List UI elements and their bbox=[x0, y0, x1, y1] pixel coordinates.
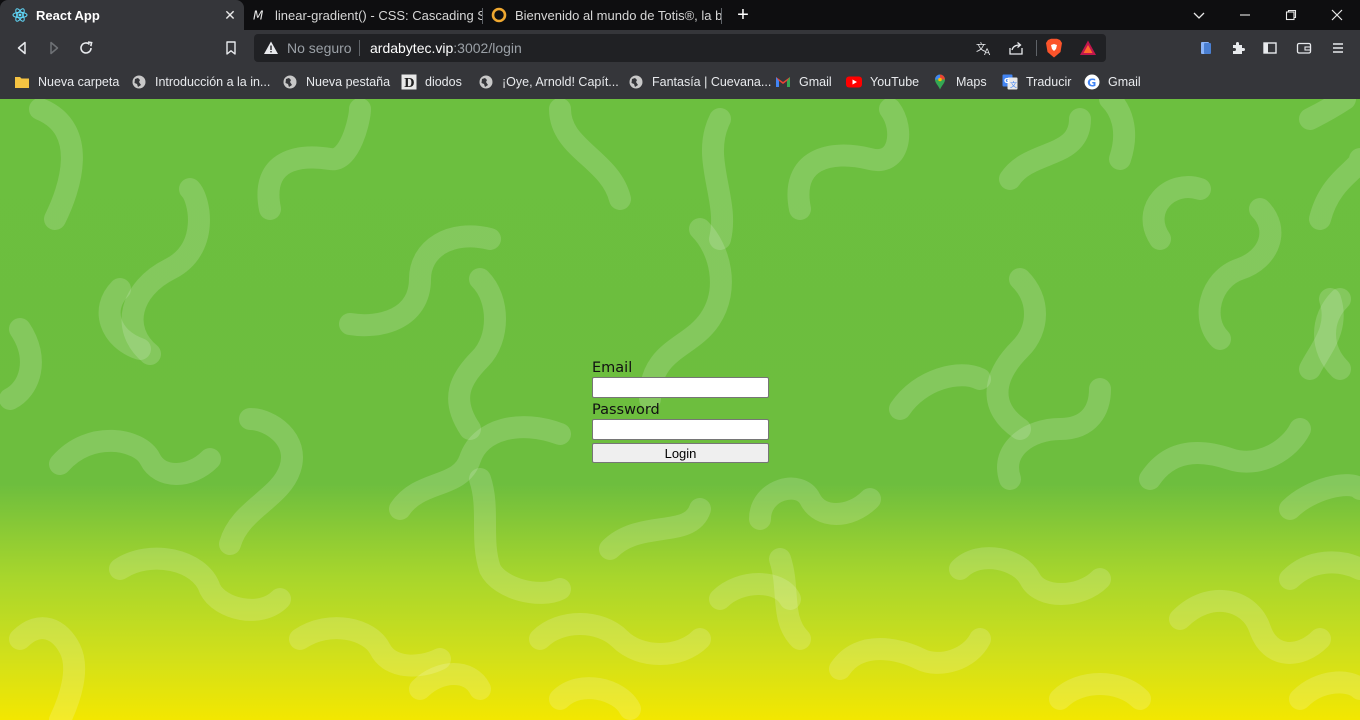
address-bar[interactable]: No seguro ardabytec.vip:3002/login 文A bbox=[254, 34, 1106, 62]
url-host: ardabytec.vip bbox=[370, 40, 454, 56]
warning-icon[interactable] bbox=[263, 40, 279, 61]
bookmark-label: YouTube bbox=[870, 75, 920, 89]
puzzle-icon bbox=[1233, 42, 1245, 54]
wallet-icon bbox=[1296, 42, 1312, 54]
bookmark-label: Maps bbox=[956, 75, 987, 89]
svg-text:D: D bbox=[404, 76, 414, 90]
bookmark-button[interactable] bbox=[219, 36, 243, 60]
bookmark-label: ¡Oye, Arnold! Capít... bbox=[502, 75, 619, 89]
restore-button[interactable] bbox=[1268, 0, 1314, 30]
forward-button[interactable] bbox=[42, 36, 66, 60]
bookmark-oye-arnold[interactable]: ¡Oye, Arnold! Capít... bbox=[478, 71, 619, 93]
bookmark-nueva-pestana[interactable]: Nueva pestaña bbox=[282, 71, 390, 93]
tab-totis[interactable]: Bienvenido al mundo de Totis®, la bot bbox=[483, 0, 721, 30]
mdn-icon: M bbox=[253, 7, 269, 23]
password-field[interactable] bbox=[592, 419, 769, 440]
bookmark-label: Gmail bbox=[1108, 75, 1141, 89]
globe-icon bbox=[282, 74, 298, 90]
bookmarks-bar: Nueva carpeta Introducción a la in... Nu… bbox=[0, 66, 1360, 99]
tab-separator bbox=[721, 8, 722, 24]
bookmark-nueva-carpeta[interactable]: Nueva carpeta bbox=[14, 71, 119, 93]
svg-text:A: A bbox=[984, 48, 991, 56]
tab-mdn[interactable]: M linear-gradient() - CSS: Cascading Sty… bbox=[244, 0, 482, 30]
omnibox-separator bbox=[1036, 40, 1037, 56]
url-text[interactable]: ardabytec.vip:3002/login bbox=[370, 40, 522, 56]
share-icon[interactable] bbox=[1006, 38, 1026, 58]
folder-icon bbox=[14, 74, 30, 90]
brave-rewards-icon[interactable] bbox=[1078, 38, 1098, 58]
email-field[interactable] bbox=[592, 377, 769, 398]
reload-button[interactable] bbox=[74, 36, 98, 60]
sidebar-icon bbox=[1263, 42, 1277, 54]
bookmark-maps[interactable]: Maps bbox=[932, 71, 987, 93]
svg-text:G: G bbox=[1087, 77, 1096, 90]
bookmark-label: Gmail bbox=[799, 75, 832, 89]
login-button[interactable]: Login bbox=[592, 443, 769, 463]
globe-icon bbox=[628, 74, 644, 90]
tab-title: Bienvenido al mundo de Totis®, la bot bbox=[515, 7, 721, 23]
forward-icon bbox=[50, 41, 59, 55]
bookmark-traducir[interactable]: G文 Traducir bbox=[1002, 71, 1071, 93]
bookmark-youtube[interactable]: YouTube bbox=[846, 71, 919, 93]
translate-icon: G文 bbox=[1002, 74, 1018, 90]
password-label: Password bbox=[592, 402, 660, 418]
tab-title: linear-gradient() - CSS: Cascading Style bbox=[275, 7, 482, 23]
tab-strip: React App ✕ M linear-gradient() - CSS: C… bbox=[0, 0, 1360, 30]
svg-text:M: M bbox=[253, 9, 264, 23]
tab-search-icon[interactable] bbox=[1176, 0, 1222, 30]
security-status[interactable]: No seguro bbox=[287, 40, 352, 56]
bookmark-label: Fantasía | Cuevana... bbox=[652, 75, 772, 89]
bookmark-label: Nueva pestaña bbox=[306, 75, 391, 89]
svg-text:文: 文 bbox=[1010, 80, 1017, 89]
tab-title: React App bbox=[36, 7, 100, 23]
react-icon bbox=[12, 7, 28, 23]
bookmark-label: Traducir bbox=[1026, 75, 1072, 89]
bookmark-label: Introducción a la in... bbox=[155, 75, 271, 89]
bookmark-label: Nueva carpeta bbox=[38, 75, 120, 89]
new-tab-button[interactable]: + bbox=[733, 5, 753, 25]
brave-shields-icon[interactable] bbox=[1044, 38, 1064, 58]
bookmark-fantasia[interactable]: Fantasía | Cuevana... bbox=[628, 71, 771, 93]
reload-icon bbox=[80, 41, 93, 54]
url-path: :3002/login bbox=[453, 40, 522, 56]
tab-close-icon[interactable]: ✕ bbox=[222, 7, 238, 23]
close-window-button[interactable] bbox=[1314, 0, 1360, 30]
totis-icon bbox=[491, 7, 507, 23]
bookmark-label: diodos bbox=[425, 75, 462, 89]
menu-button[interactable] bbox=[1326, 36, 1350, 60]
sidebar-button[interactable] bbox=[1258, 36, 1282, 60]
google-icon: G bbox=[1084, 74, 1100, 90]
maps-icon bbox=[932, 74, 948, 90]
reading-list-button[interactable] bbox=[1194, 36, 1218, 60]
extensions-button[interactable] bbox=[1226, 36, 1250, 60]
tab-react-app[interactable]: React App ✕ bbox=[0, 0, 244, 30]
youtube-icon bbox=[846, 74, 862, 90]
bookmark-gmail[interactable]: Gmail bbox=[775, 71, 832, 93]
back-button[interactable] bbox=[10, 36, 34, 60]
back-icon bbox=[17, 41, 26, 55]
hamburger-menu-icon bbox=[1333, 43, 1343, 53]
globe-icon bbox=[478, 74, 494, 90]
translate-page-icon[interactable]: 文A bbox=[974, 38, 994, 58]
bookmark-icon bbox=[226, 41, 236, 55]
gmail-icon bbox=[775, 74, 791, 90]
login-form: Email Password Login bbox=[592, 359, 769, 463]
wallet-cards-icon bbox=[1201, 42, 1211, 54]
bookmark-introduccion[interactable]: Introducción a la in... bbox=[131, 71, 270, 93]
email-label: Email bbox=[592, 360, 633, 376]
bookmark-gmail-google[interactable]: G Gmail bbox=[1084, 71, 1141, 93]
bookmark-diodos[interactable]: D diodos bbox=[401, 71, 462, 93]
diodos-icon: D bbox=[401, 74, 417, 90]
wallet-button[interactable] bbox=[1292, 36, 1316, 60]
page-viewport: Email Password Login bbox=[0, 99, 1360, 720]
minimize-button[interactable] bbox=[1222, 0, 1268, 30]
browser-toolbar: No seguro ardabytec.vip:3002/login 文A bbox=[0, 30, 1360, 66]
omnibox-divider bbox=[359, 40, 360, 56]
globe-icon bbox=[131, 74, 147, 90]
